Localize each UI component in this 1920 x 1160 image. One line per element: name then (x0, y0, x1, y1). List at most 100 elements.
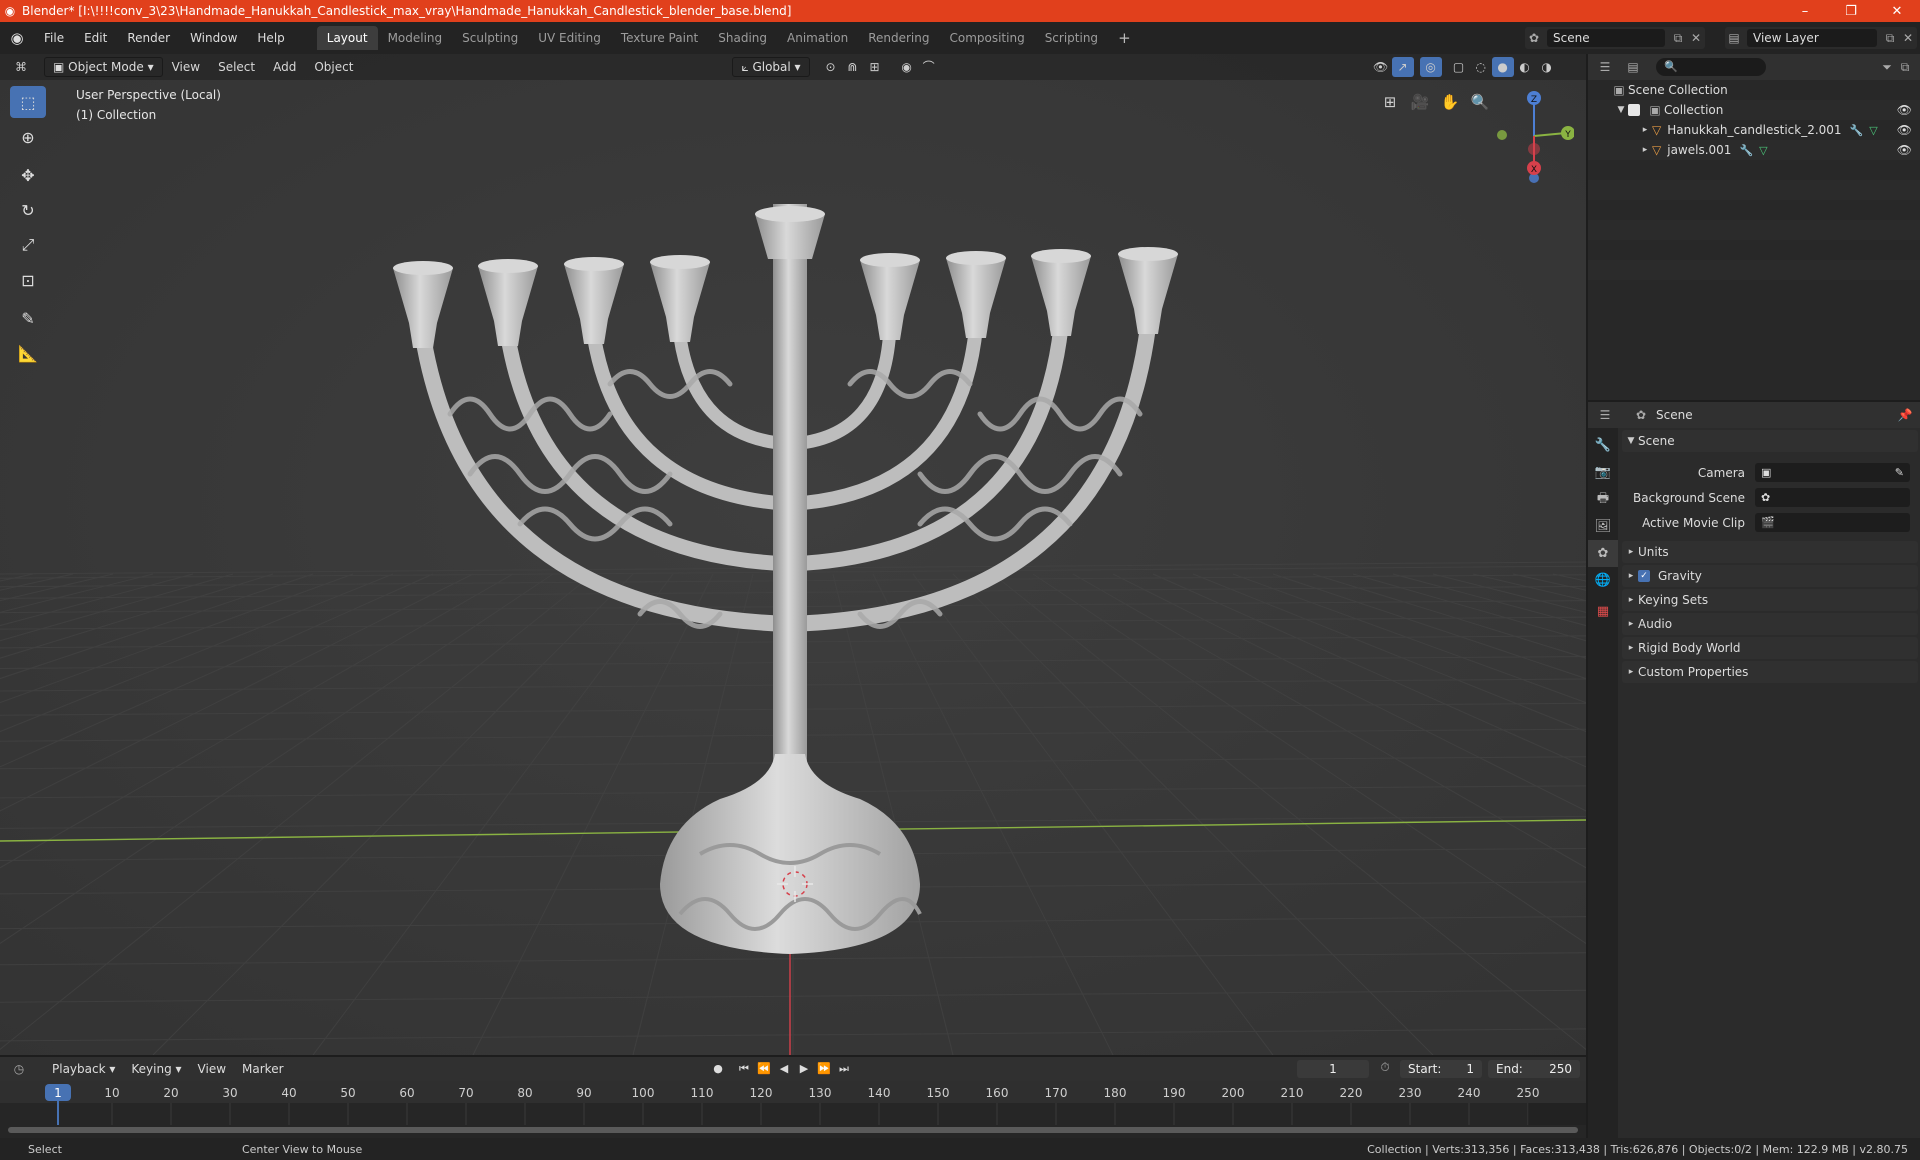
expand-object-icon[interactable]: ▸ (1638, 125, 1652, 135)
texture-tab-icon[interactable]: ▦ (1588, 598, 1618, 625)
record-icon[interactable]: ● (708, 1059, 728, 1079)
rigid-body-world-panel-header[interactable]: ▸ Rigid Body World (1622, 637, 1918, 659)
object-visibility-icon[interactable]: 👁 (1897, 143, 1912, 157)
move-tool-icon[interactable]: ✥ (10, 159, 46, 191)
render-tab-icon[interactable]: 📷 (1588, 459, 1618, 486)
tab-uv-editing[interactable]: UV Editing (528, 26, 611, 50)
output-tab-icon[interactable]: 🖶 (1588, 486, 1618, 513)
menu-render[interactable]: Render (117, 27, 180, 49)
play-reverse-icon[interactable]: ◀ (774, 1059, 794, 1079)
mesh-data-icon[interactable]: ▽ (1869, 124, 1877, 137)
stopwatch-icon[interactable]: ⏱ (1376, 1060, 1394, 1075)
jump-end-icon[interactable]: ⏭ (834, 1059, 854, 1079)
blender-menu-icon[interactable]: ◉ (0, 29, 34, 47)
camera-view-icon[interactable]: 🎥 (1405, 88, 1435, 116)
transform-tool-icon[interactable]: ⊡ (10, 264, 46, 296)
outliner-search-input[interactable]: 🔍 (1656, 58, 1766, 76)
outliner-row-collection[interactable]: ▼ ▣ Collection 👁 (1588, 100, 1920, 120)
ortho-toggle-icon[interactable]: ⊞ (1375, 88, 1405, 116)
view-layer-field[interactable]: View Layer (1747, 29, 1877, 47)
maximize-button[interactable]: ❐ (1828, 4, 1874, 19)
add-workspace-button[interactable]: + (1108, 26, 1141, 50)
tab-texture-paint[interactable]: Texture Paint (611, 26, 708, 50)
measure-tool-icon[interactable]: 📐 (10, 337, 46, 369)
tab-layout[interactable]: Layout (316, 26, 378, 50)
timeline-menu-playback[interactable]: Playback ▾ (44, 1062, 123, 1076)
timeline-editor-icon[interactable]: ◷ (10, 1062, 28, 1076)
gravity-checkbox[interactable]: ✓ (1638, 570, 1650, 582)
annotate-tool-icon[interactable]: ✎ (10, 302, 46, 334)
timeline-menu-marker[interactable]: Marker (234, 1062, 291, 1076)
menu-file[interactable]: File (34, 27, 74, 49)
pivot-icon[interactable]: ⊙ (820, 57, 842, 77)
falloff-icon[interactable]: ⌒ (918, 57, 940, 77)
xray-icon[interactable]: ▢ (1448, 57, 1470, 77)
camera-field[interactable]: ▣ ✎ (1755, 463, 1910, 482)
tab-scripting[interactable]: Scripting (1035, 26, 1108, 50)
outliner-row-object-jawels[interactable]: ▸ ▽ jawels.001 🔧 ▽ 👁 (1588, 140, 1920, 160)
world-tab-icon[interactable]: 🌐 (1588, 567, 1618, 594)
audio-panel-header[interactable]: ▸ Audio (1622, 613, 1918, 635)
end-frame-field[interactable]: End: 250 (1488, 1060, 1580, 1078)
display-mode-icon[interactable]: ▤ (1624, 60, 1642, 74)
tool-tab-icon[interactable]: 🔧 (1588, 432, 1618, 459)
object-visibility-icon[interactable]: 👁 (1897, 123, 1912, 137)
cursor-tool-icon[interactable]: ⊕ (10, 121, 46, 153)
visibility-icon[interactable]: 👁 (1370, 57, 1392, 77)
solid-shading-icon[interactable]: ● (1491, 57, 1514, 77)
expand-object-icon[interactable]: ▸ (1638, 145, 1652, 155)
outliner-row-scene-collection[interactable]: ▣ Scene Collection (1588, 80, 1920, 100)
viewport-menu-select[interactable]: Select (209, 56, 264, 78)
tab-animation[interactable]: Animation (777, 26, 858, 50)
current-frame-field[interactable]: 1 (1297, 1060, 1369, 1078)
snap-icon[interactable]: ⋒ (842, 57, 864, 77)
custom-properties-panel-header[interactable]: ▸ Custom Properties (1622, 661, 1918, 683)
pin-icon[interactable]: 📌 (1896, 408, 1914, 422)
modifier-icon[interactable]: 🔧 (1850, 124, 1864, 137)
scene-selector[interactable]: ✿ Scene ⧉ ✕ (1525, 27, 1705, 49)
tab-shading[interactable]: Shading (708, 26, 777, 50)
viewport-menu-view[interactable]: View (163, 56, 209, 78)
scene-tab-icon[interactable]: ✿ (1588, 540, 1618, 567)
scene-name-field[interactable]: Scene (1547, 29, 1665, 47)
menu-window[interactable]: Window (180, 27, 247, 49)
active-movie-clip-field[interactable]: 🎬 (1755, 513, 1910, 532)
jump-start-icon[interactable]: ⏮ (734, 1059, 754, 1079)
close-button[interactable]: ✕ (1874, 4, 1920, 19)
viewport-menu-object[interactable]: Object (305, 56, 362, 78)
prev-keyframe-icon[interactable]: ⏪ (754, 1059, 774, 1079)
wireframe-shading-icon[interactable]: ◌ (1470, 57, 1492, 77)
tab-compositing[interactable]: Compositing (939, 26, 1034, 50)
remove-view-layer-icon[interactable]: ✕ (1899, 31, 1917, 45)
new-collection-icon[interactable]: ⧉ (1896, 60, 1914, 75)
new-scene-icon[interactable]: ⧉ (1669, 31, 1687, 46)
3d-viewport[interactable]: ⌘ ▣ Object Mode ▾ View Select Add Object… (0, 54, 1586, 1055)
editor-type-icon[interactable]: ⌘ (10, 57, 32, 77)
minimize-button[interactable]: – (1782, 4, 1828, 19)
units-panel-header[interactable]: ▸ Units (1622, 541, 1918, 563)
pan-view-icon[interactable]: ✋ (1435, 88, 1465, 116)
timeline-ruler[interactable]: 1 10 20 30 40 50 60 70 80 90 100 110 120 130 140 150 160… (0, 1081, 1586, 1138)
keying-sets-panel-header[interactable]: ▸ Keying Sets (1622, 589, 1918, 611)
play-icon[interactable]: ▶ (794, 1059, 814, 1079)
rendered-shading-icon[interactable]: ◑ (1536, 57, 1558, 77)
select-box-tool-icon[interactable]: ⬚ (10, 86, 46, 118)
next-keyframe-icon[interactable]: ⏩ (814, 1059, 834, 1079)
remove-scene-icon[interactable]: ✕ (1687, 31, 1705, 45)
mesh-data-icon[interactable]: ▽ (1759, 144, 1767, 157)
expand-collection-icon[interactable]: ▼ (1614, 105, 1628, 115)
start-frame-field[interactable]: Start: 1 (1400, 1060, 1482, 1078)
transform-orientation-dropdown[interactable]: ⟀ Global ▾ (732, 57, 810, 77)
outliner-editor-icon[interactable]: ☰ (1596, 60, 1614, 74)
collection-checkbox[interactable] (1628, 104, 1640, 116)
menu-help[interactable]: Help (247, 27, 294, 49)
gizmo-toggle-icon[interactable]: ↗ (1391, 57, 1414, 77)
overlay-toggle-icon[interactable]: ◎ (1419, 57, 1442, 77)
modifier-icon[interactable]: 🔧 (1739, 144, 1753, 157)
background-scene-field[interactable]: ✿ (1755, 488, 1910, 507)
tab-rendering[interactable]: Rendering (858, 26, 939, 50)
outliner-row-object-candlestick[interactable]: ▸ ▽ Hanukkah_candlestick_2.001 🔧 ▽ 👁 (1588, 120, 1920, 140)
scale-tool-icon[interactable]: ⤢ (10, 229, 46, 261)
properties-editor-icon[interactable]: ☰ (1596, 408, 1614, 422)
menu-edit[interactable]: Edit (74, 27, 117, 49)
